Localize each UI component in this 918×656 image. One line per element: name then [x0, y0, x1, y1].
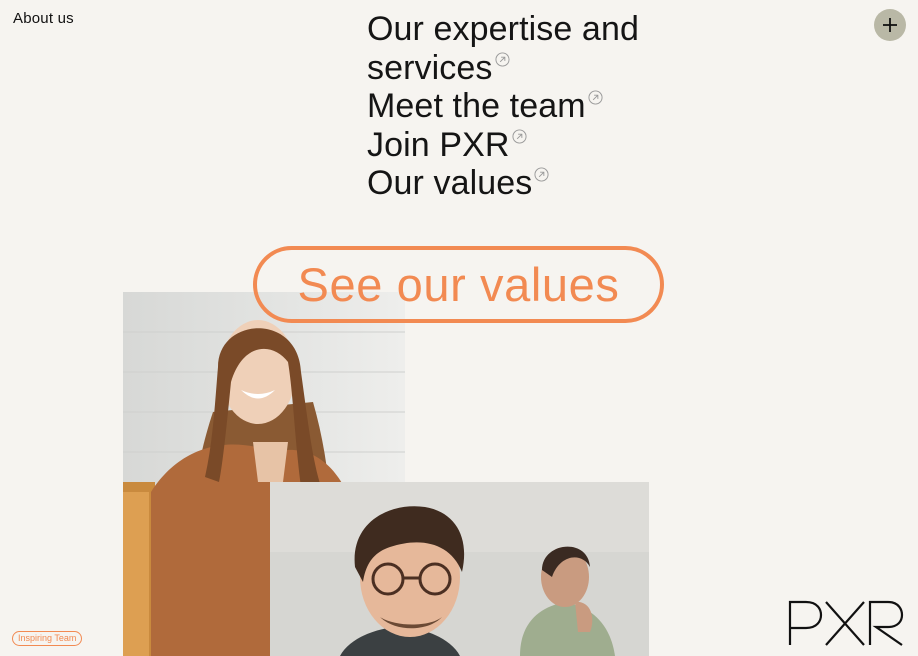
menu-item-label: Our values — [367, 164, 533, 202]
see-our-values-button[interactable]: See our values — [253, 246, 664, 323]
section-label: About us — [13, 10, 74, 27]
page: About us Our expertise and services Meet… — [0, 0, 918, 656]
arrow-up-right-circle-icon — [512, 128, 527, 144]
arrow-up-right-circle-icon — [534, 167, 549, 182]
menu-item-values[interactable]: Our values — [367, 164, 697, 203]
pxr-logo — [788, 600, 904, 646]
menu-item-join[interactable]: Join PXR — [367, 126, 697, 165]
open-menu-button[interactable] — [874, 9, 906, 41]
arrow-up-right-circle-icon — [588, 90, 603, 105]
inspiring-team-tag: Inspiring Team — [12, 631, 83, 646]
team-photo-men — [270, 482, 649, 656]
plus-icon — [883, 18, 897, 32]
menu-item-label: Our expertise and services — [367, 10, 639, 87]
about-menu: Our expertise and services Meet the team… — [367, 10, 697, 203]
menu-item-label: Join PXR — [367, 125, 510, 164]
menu-item-expertise[interactable]: Our expertise and services — [367, 10, 697, 87]
menu-item-label: Meet the team — [367, 87, 586, 125]
menu-item-team[interactable]: Meet the team — [367, 87, 697, 126]
arrow-up-right-circle-icon — [494, 51, 510, 67]
